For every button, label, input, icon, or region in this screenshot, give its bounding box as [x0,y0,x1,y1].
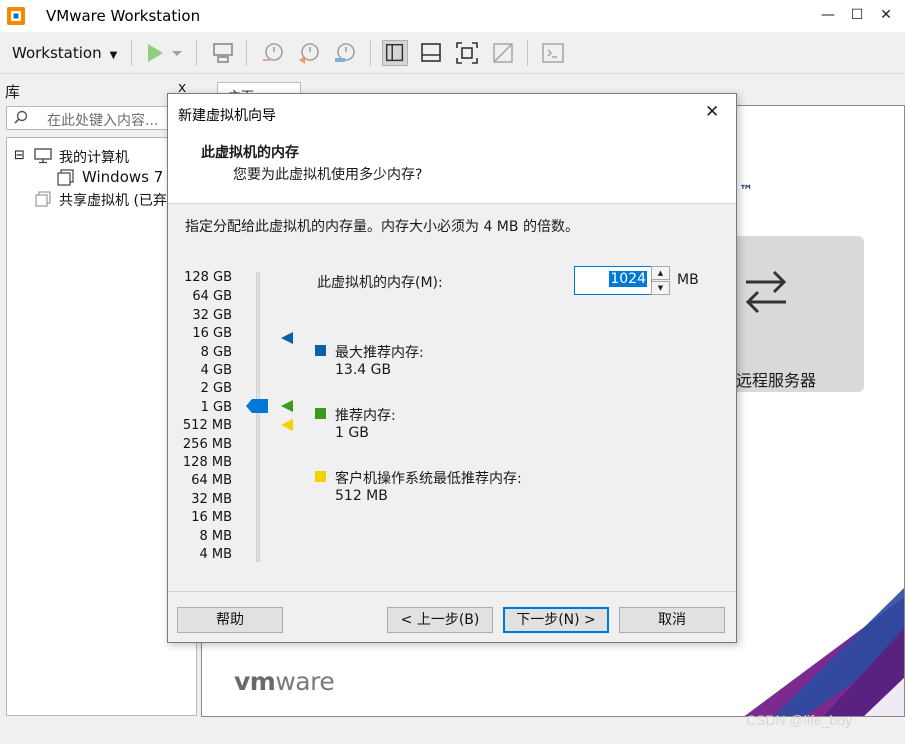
scale-label: 512 MB [182,418,232,433]
vm-icon [57,169,74,186]
snapshot-icon[interactable] [260,40,286,66]
trademark-mark: ™ [739,183,753,199]
remote-server-label: 远程服务器 [736,371,817,390]
cancel-button[interactable]: 取消 [619,607,725,633]
next-button[interactable]: 下一步(N) > [503,607,609,633]
toolbar-divider [527,40,528,66]
max-recommended-value: 13.4 GB [335,362,392,378]
play-icon[interactable] [142,40,168,66]
watermark: CSDN @life_boy [746,712,853,728]
unity-icon[interactable] [490,40,516,66]
scale-label: 128 MB [182,455,232,470]
memory-spin-down-icon[interactable]: ▼ [651,281,670,295]
revert-snapshot-icon[interactable] [296,40,322,66]
snapshot-manager-icon[interactable] [332,40,358,66]
scale-label: 2 GB [200,381,232,396]
max-recommended-label: 最大推荐内存: [335,345,424,361]
workstation-menu[interactable]: Workstation ▼ [4,38,125,68]
vmware-logo-ware: ware [275,667,335,696]
vmware-logo: vmware [234,667,335,696]
scale-label: 32 MB [191,492,232,507]
dialog-header: 此虚拟机的内存 您要为此虚拟机使用多少内存? [168,132,736,204]
send-ctrl-alt-del-icon[interactable] [210,40,236,66]
tree-item-shared-vms[interactable]: 共享虚拟机 (已弃 [59,190,167,210]
vmware-logo-vm: vm [234,667,276,696]
chevron-down-icon: ▼ [109,50,118,61]
toolbar-divider [196,40,197,66]
max-recommended-swatch [315,345,326,356]
library-search-input[interactable]: 在此处键入内容... [6,106,194,130]
search-icon [14,110,28,124]
new-vm-wizard-dialog: 新建虚拟机向导 ✕ 此虚拟机的内存 您要为此虚拟机使用多少内存? 指定分配给此虚… [167,93,737,643]
scale-label: 1 GB [200,400,232,415]
scale-label: 32 GB [192,308,232,323]
min-recommended-swatch [315,471,326,482]
close-button[interactable]: ✕ [875,4,897,26]
search-placeholder: 在此处键入内容... [47,113,159,129]
decorative-corner-graphic [744,587,904,716]
tree-expander-icon[interactable]: ⊟ [14,148,25,163]
fullscreen-icon[interactable] [454,40,480,66]
min-recommended-value: 512 MB [335,488,388,504]
minimize-button[interactable]: — [817,4,839,26]
recommended-value: 1 GB [335,425,369,441]
memory-field-label: 此虚拟机的内存(M): [317,275,443,291]
scale-label: 64 GB [192,289,232,304]
scale-label: 8 MB [199,529,232,544]
swap-arrows-icon [745,270,787,314]
recommended-swatch [315,408,326,419]
scale-label: 4 GB [200,363,232,378]
recommended-label: 推荐内存: [335,408,396,424]
toolbar-divider [131,40,132,66]
recommended-marker-icon [281,400,293,412]
play-dropdown-icon[interactable] [170,40,184,66]
toolbar: Workstation ▼ [0,32,905,74]
min-recommended-label: 客户机操作系统最低推荐内存: [335,471,522,487]
thumbnail-bar-icon[interactable] [418,40,444,66]
help-button[interactable]: 帮助 [177,607,283,633]
memory-slider-thumb[interactable] [246,399,268,413]
dialog-divider [168,591,736,592]
console-view-icon[interactable] [540,40,566,66]
tree-item-windows7[interactable]: Windows 7 x [82,168,177,186]
dialog-heading: 此虚拟机的内存 [201,145,299,161]
dialog-title-bar: 新建虚拟机向导 ✕ [168,94,736,132]
shared-vm-icon [35,191,51,207]
scale-label: 4 MB [199,547,232,562]
library-title: 库 [5,83,21,101]
min-recommended-marker-icon [281,419,293,431]
scale-label: 16 MB [191,510,232,525]
dialog-subheading: 您要为此虚拟机使用多少内存? [233,167,423,183]
memory-input[interactable]: 1024 [574,266,652,295]
dialog-title: 新建虚拟机向导 [178,108,276,124]
title-bar: VMware Workstation — ☐ ✕ [0,0,905,32]
memory-slider-track[interactable] [256,272,260,562]
maximize-button[interactable]: ☐ [846,4,868,26]
window-title: VMware Workstation [46,7,201,25]
scale-label: 64 MB [191,473,232,488]
show-library-icon[interactable] [382,40,408,66]
memory-spin-up-icon[interactable]: ▲ [651,266,670,280]
tree-item-my-computer[interactable]: 我的计算机 [59,147,129,167]
scale-label: 256 MB [182,437,232,452]
scale-label: 16 GB [192,326,232,341]
scale-label: 128 GB [184,270,232,285]
scale-label: 8 GB [200,345,232,360]
toolbar-divider [246,40,247,66]
max-recommended-marker-icon [281,332,293,344]
workstation-menu-label: Workstation [12,44,102,62]
toolbar-divider [370,40,371,66]
memory-instruction: 指定分配给此虚拟机的内存量。内存大小必须为 4 MB 的倍数。 [185,219,579,235]
vmware-app-icon [7,7,25,25]
back-button[interactable]: < 上一步(B) [387,607,493,633]
computer-icon [34,148,52,164]
dialog-close-button[interactable]: ✕ [705,102,719,122]
memory-input-value: 1024 [609,271,647,287]
memory-unit: MB [677,272,699,288]
